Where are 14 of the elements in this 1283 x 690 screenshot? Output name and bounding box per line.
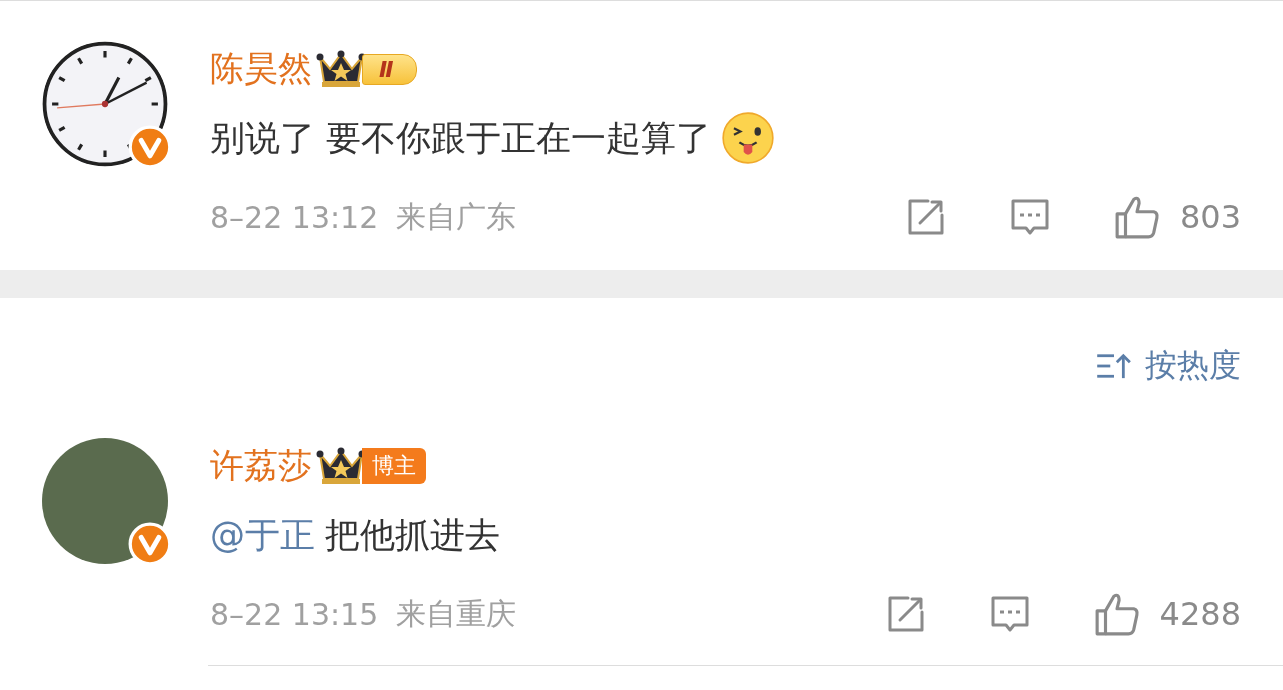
- comment-location: 来自广东: [396, 197, 517, 236]
- level-tag: Ⅱ: [362, 53, 417, 85]
- comment-location: 来自重庆: [396, 594, 517, 633]
- like-button[interactable]: 803: [1113, 194, 1241, 240]
- mention-link[interactable]: @于正: [210, 511, 315, 559]
- user-name[interactable]: 陈昊然: [210, 46, 312, 92]
- like-button[interactable]: 4288: [1093, 591, 1241, 637]
- comment-text: 别说了 要不你跟于正在一起算了: [210, 116, 712, 160]
- comment-time: 8–22 13:12: [210, 199, 379, 235]
- comment-text: 把他抓进去: [325, 513, 500, 557]
- comment-time: 8–22 13:15: [210, 596, 379, 632]
- user-name[interactable]: 许荔莎: [210, 443, 312, 489]
- role-tag: 博主: [362, 448, 426, 484]
- sort-button[interactable]: 按热度: [1095, 344, 1241, 388]
